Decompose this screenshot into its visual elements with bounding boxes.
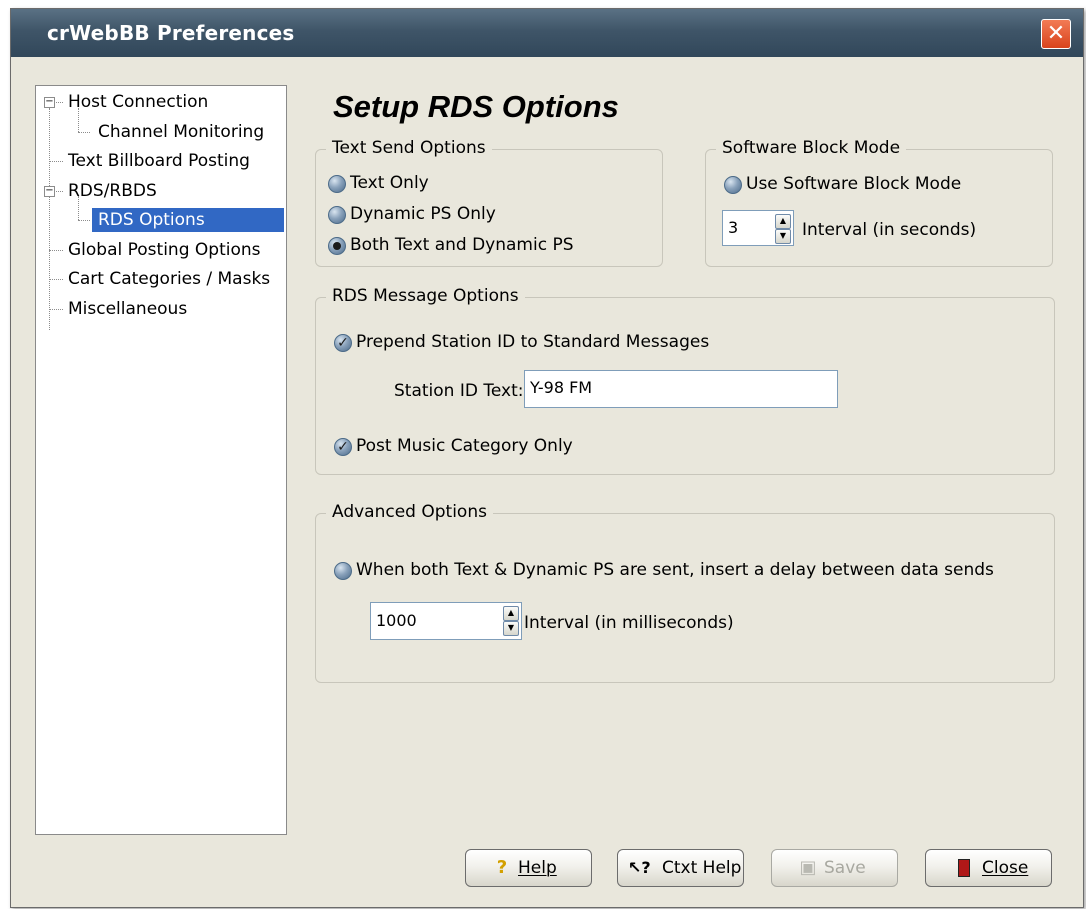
tree-item-channel-monitoring[interactable]: Channel Monitoring <box>98 120 264 144</box>
tree-item-miscellaneous[interactable]: Miscellaneous <box>68 297 187 321</box>
tree-connector <box>49 309 63 310</box>
collapse-icon[interactable]: − <box>44 97 55 108</box>
save-disk-icon: ▣ <box>799 857 817 878</box>
help-button-label: Help <box>518 858 557 878</box>
tree-connector <box>54 191 63 192</box>
advanced-options-group: Advanced Options When both Text & Dynami… <box>315 502 1055 683</box>
tree-connector <box>78 220 90 221</box>
question-mark-icon: ? <box>496 857 508 878</box>
delay-interval-value[interactable]: 1000 <box>376 611 417 630</box>
tree-item-cart-categories-masks[interactable]: Cart Categories / Masks <box>68 267 270 291</box>
insert-delay-toggle[interactable] <box>334 562 352 580</box>
use-software-block-mode-toggle[interactable] <box>724 176 742 194</box>
block-interval-label: Interval (in seconds) <box>802 220 977 240</box>
tree-item-rds-options[interactable]: RDS Options <box>92 208 284 232</box>
door-exit-icon <box>954 858 974 878</box>
spin-up-icon[interactable]: ▲ <box>775 214 791 229</box>
tree-connector <box>54 102 63 103</box>
spin-down-icon[interactable]: ▼ <box>775 229 791 244</box>
post-music-category-checkbox[interactable]: ✓ <box>334 438 352 456</box>
tree-item-text-billboard-posting[interactable]: Text Billboard Posting <box>68 149 250 173</box>
arrow-question-icon: ↖? <box>628 858 651 877</box>
help-button[interactable]: ? Help <box>465 849 592 887</box>
tree-item-global-posting-options[interactable]: Global Posting Options <box>68 238 261 262</box>
close-window-icon[interactable]: ✕ <box>1041 19 1071 49</box>
tree-item-host-connection[interactable]: Host Connection <box>68 90 208 114</box>
ctxt-help-button-label: Ctxt Help <box>662 858 742 878</box>
tree-connector <box>49 250 63 251</box>
block-interval-value[interactable]: 3 <box>728 218 738 237</box>
block-interval-stepper[interactable]: 3 ▲ ▼ <box>722 210 794 246</box>
preferences-tree[interactable]: − Host Connection Channel Monitoring Tex… <box>35 85 287 835</box>
prepend-station-id-label[interactable]: Prepend Station ID to Standard Messages <box>356 331 709 353</box>
tree-item-rds-rbds[interactable]: RDS/RBDS <box>68 179 157 203</box>
post-music-category-label[interactable]: Post Music Category Only <box>356 435 573 457</box>
station-id-label: Station ID Text: <box>394 381 524 401</box>
station-id-input[interactable]: Y-98 FM <box>524 370 838 408</box>
tree-connector <box>49 279 63 280</box>
save-button[interactable]: ▣ Save <box>771 849 898 887</box>
tree-connector <box>49 161 63 162</box>
title-bar[interactable]: crWebBB Preferences ✕ <box>11 9 1083 57</box>
spin-up-icon[interactable]: ▲ <box>503 606 519 621</box>
advanced-options-legend: Advanced Options <box>326 502 493 522</box>
software-block-mode-legend: Software Block Mode <box>716 138 907 158</box>
close-button[interactable]: Close <box>925 849 1052 887</box>
radio-dynamic-ps-only[interactable] <box>328 206 346 224</box>
radio-text-only[interactable] <box>328 175 346 193</box>
radio-both-text-and-dynamic-ps[interactable] <box>328 237 346 255</box>
text-send-options-legend: Text Send Options <box>326 138 492 158</box>
delay-interval-label: Interval (in milliseconds) <box>524 613 734 633</box>
ctxt-help-button[interactable]: ↖? Ctxt Help <box>617 849 744 887</box>
use-software-block-mode-label[interactable]: Use Software Block Mode <box>746 173 961 195</box>
insert-delay-label[interactable]: When both Text & Dynamic PS are sent, in… <box>356 559 994 581</box>
tree-connector <box>78 132 90 133</box>
save-button-label: Save <box>824 858 866 878</box>
close-button-label: Close <box>982 858 1029 878</box>
rds-message-options-group: RDS Message Options ✓ Prepend Station ID… <box>315 286 1055 475</box>
text-send-options-group: Text Send Options Text Only Dynamic PS O… <box>315 138 663 267</box>
spin-down-icon[interactable]: ▼ <box>503 621 519 636</box>
tree-connector <box>49 108 50 330</box>
radio-text-only-label[interactable]: Text Only <box>350 172 429 194</box>
preferences-window: crWebBB Preferences ✕ − Host Connection … <box>10 8 1084 908</box>
rds-message-options-legend: RDS Message Options <box>326 286 525 306</box>
delay-interval-stepper[interactable]: 1000 ▲ ▼ <box>370 602 522 640</box>
prepend-station-id-checkbox[interactable]: ✓ <box>334 334 352 352</box>
collapse-icon[interactable]: − <box>44 186 55 197</box>
radio-dynamic-ps-only-label[interactable]: Dynamic PS Only <box>350 203 496 225</box>
radio-both-label[interactable]: Both Text and Dynamic PS <box>350 234 574 256</box>
software-block-mode-group: Software Block Mode Use Software Block M… <box>705 138 1053 267</box>
window-title: crWebBB Preferences <box>47 21 295 45</box>
page-title: Setup RDS Options <box>333 89 619 124</box>
